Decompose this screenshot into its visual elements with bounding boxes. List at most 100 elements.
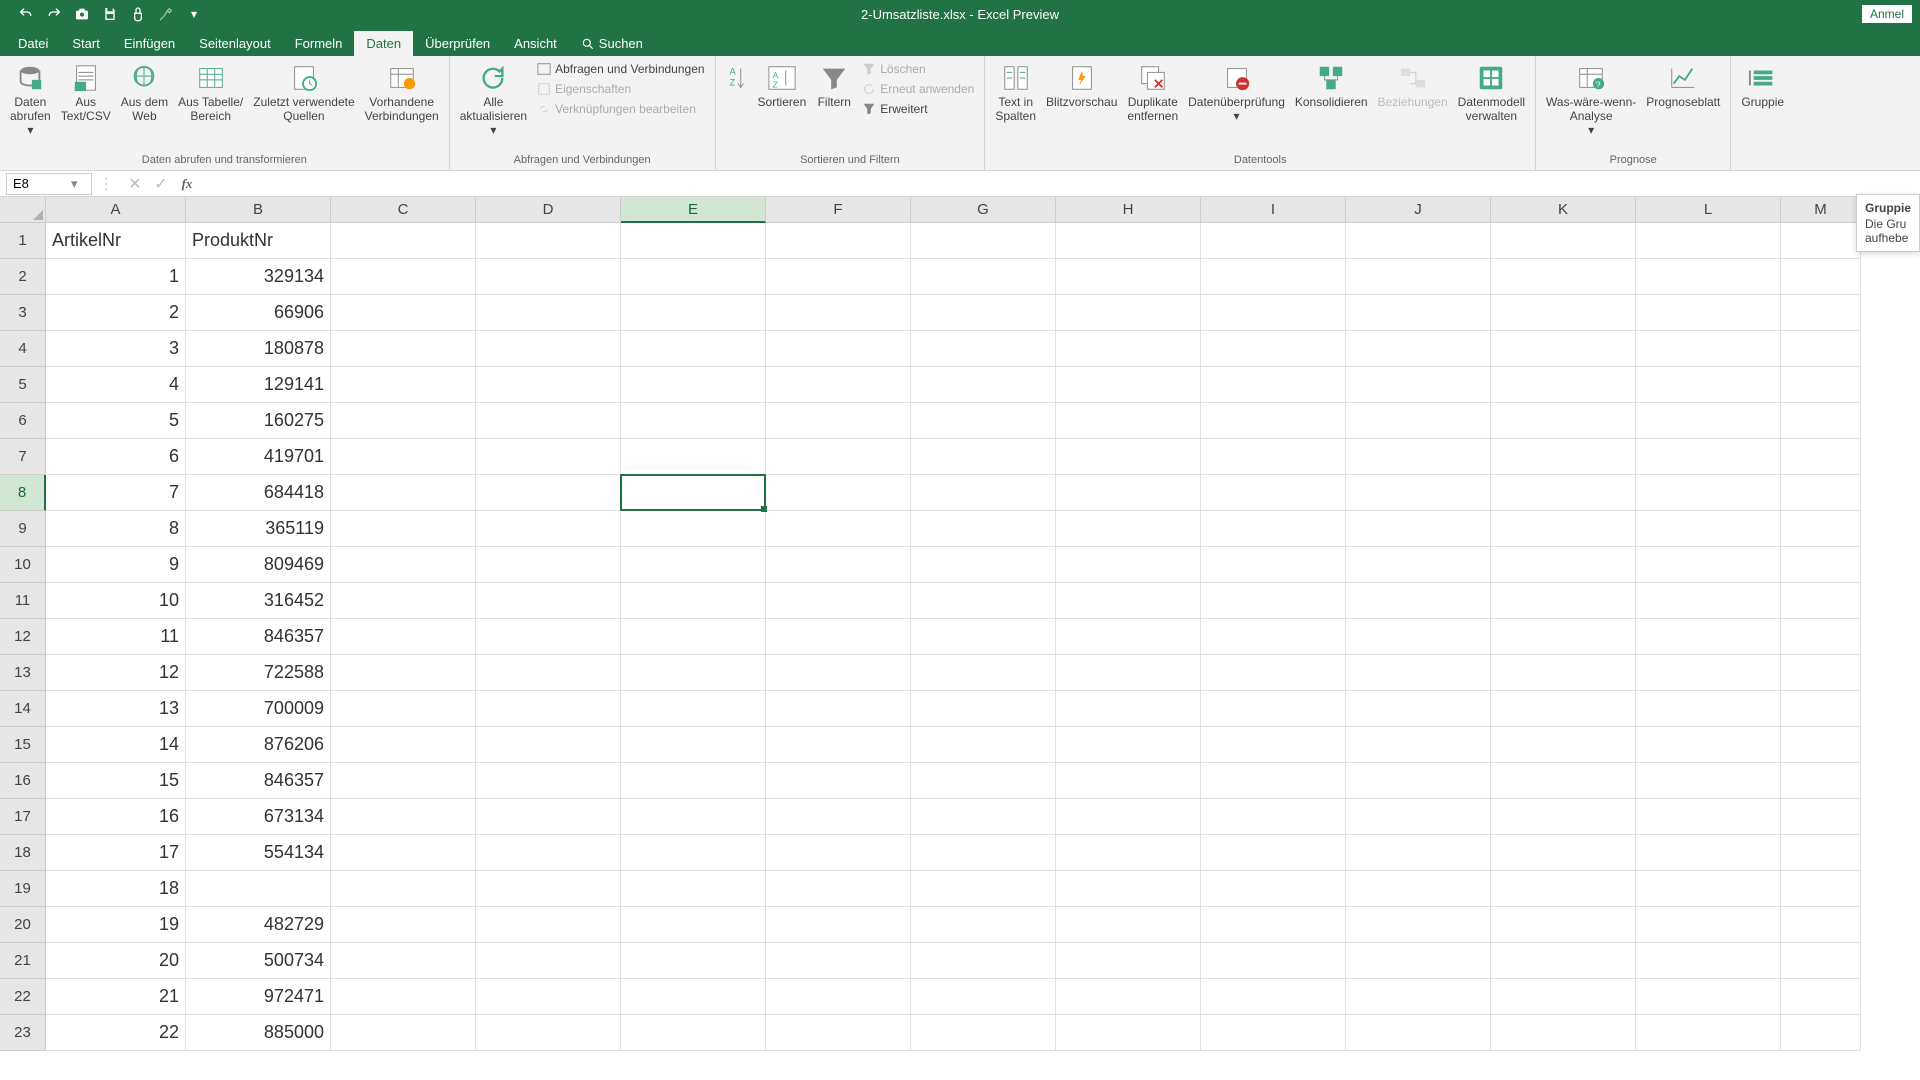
fx-icon[interactable]: fx: [176, 173, 198, 195]
cell[interactable]: [1636, 331, 1781, 367]
cell[interactable]: [911, 511, 1056, 547]
cell[interactable]: [621, 871, 766, 907]
cell[interactable]: [1491, 583, 1636, 619]
from-table-button[interactable]: Aus Tabelle/ Bereich: [174, 60, 247, 126]
cell[interactable]: [1056, 511, 1201, 547]
column-header[interactable]: C: [331, 197, 476, 223]
cell[interactable]: [1636, 907, 1781, 943]
cell[interactable]: [476, 727, 621, 763]
cell[interactable]: [1201, 295, 1346, 331]
cell[interactable]: [766, 403, 911, 439]
cell[interactable]: [1346, 799, 1491, 835]
tab-ueberpruefen[interactable]: Überprüfen: [413, 31, 502, 56]
cell[interactable]: [911, 943, 1056, 979]
cell[interactable]: [1781, 295, 1861, 331]
cell[interactable]: 2: [46, 295, 186, 331]
cell[interactable]: [1056, 259, 1201, 295]
row-header[interactable]: 22: [0, 979, 46, 1015]
chevron-down-icon[interactable]: ▾: [71, 176, 85, 192]
cell[interactable]: [1491, 511, 1636, 547]
cell[interactable]: 419701: [186, 439, 331, 475]
cell[interactable]: [621, 979, 766, 1015]
cell[interactable]: [1781, 907, 1861, 943]
row-header[interactable]: 4: [0, 331, 46, 367]
cell[interactable]: [1201, 691, 1346, 727]
cell[interactable]: [766, 907, 911, 943]
row-header[interactable]: 18: [0, 835, 46, 871]
cell[interactable]: [476, 223, 621, 259]
row-header[interactable]: 5: [0, 367, 46, 403]
cell[interactable]: 700009: [186, 691, 331, 727]
row-header[interactable]: 20: [0, 907, 46, 943]
cell[interactable]: [1346, 727, 1491, 763]
formula-input[interactable]: [202, 173, 1920, 195]
cell[interactable]: [1491, 799, 1636, 835]
cell[interactable]: [476, 871, 621, 907]
cell[interactable]: [1346, 475, 1491, 511]
cell[interactable]: [1056, 691, 1201, 727]
cell[interactable]: [1491, 619, 1636, 655]
cell[interactable]: [1056, 799, 1201, 835]
from-web-button[interactable]: Aus dem Web: [117, 60, 172, 126]
cell[interactable]: [911, 331, 1056, 367]
cell[interactable]: [621, 367, 766, 403]
cell[interactable]: [621, 475, 766, 511]
cell[interactable]: [1491, 727, 1636, 763]
row-header[interactable]: 23: [0, 1015, 46, 1051]
cell[interactable]: 5: [46, 403, 186, 439]
cell[interactable]: [766, 727, 911, 763]
cell[interactable]: 13: [46, 691, 186, 727]
cell[interactable]: [476, 619, 621, 655]
cell[interactable]: [766, 871, 911, 907]
qat-dropdown-icon[interactable]: ▾: [184, 4, 204, 24]
cell[interactable]: [1201, 511, 1346, 547]
cell[interactable]: [1056, 835, 1201, 871]
cell[interactable]: [331, 295, 476, 331]
cell[interactable]: [476, 295, 621, 331]
cell[interactable]: [621, 259, 766, 295]
filter-button[interactable]: Filtern: [812, 60, 856, 112]
column-header[interactable]: K: [1491, 197, 1636, 223]
cell[interactable]: [331, 511, 476, 547]
remove-duplicates-button[interactable]: Duplikate entfernen: [1123, 60, 1182, 126]
cell[interactable]: [1636, 691, 1781, 727]
cell[interactable]: [766, 259, 911, 295]
cell[interactable]: [1346, 403, 1491, 439]
cell[interactable]: 722588: [186, 655, 331, 691]
cell[interactable]: [476, 367, 621, 403]
cell[interactable]: [1056, 547, 1201, 583]
cell[interactable]: [621, 511, 766, 547]
cell[interactable]: [476, 1015, 621, 1051]
cell[interactable]: [766, 979, 911, 1015]
cell[interactable]: [1056, 439, 1201, 475]
cell[interactable]: [766, 583, 911, 619]
cell[interactable]: [1636, 583, 1781, 619]
touch-mode-icon[interactable]: [128, 4, 148, 24]
cell[interactable]: [1201, 439, 1346, 475]
cell[interactable]: [766, 799, 911, 835]
cell[interactable]: [1781, 511, 1861, 547]
row-header[interactable]: 21: [0, 943, 46, 979]
cell[interactable]: [1201, 943, 1346, 979]
cell[interactable]: [1636, 295, 1781, 331]
cell[interactable]: [1491, 403, 1636, 439]
cell[interactable]: [621, 331, 766, 367]
cell[interactable]: ProduktNr: [186, 223, 331, 259]
sort-button[interactable]: AZSortieren: [754, 60, 811, 112]
cell[interactable]: [766, 691, 911, 727]
cell[interactable]: [766, 1015, 911, 1051]
cell[interactable]: [766, 439, 911, 475]
cell[interactable]: 365119: [186, 511, 331, 547]
cell[interactable]: [1781, 871, 1861, 907]
cell[interactable]: [1491, 367, 1636, 403]
cell[interactable]: [1636, 259, 1781, 295]
advanced-filter-button[interactable]: Erweitert: [858, 100, 978, 118]
column-header[interactable]: F: [766, 197, 911, 223]
row-header[interactable]: 3: [0, 295, 46, 331]
cell[interactable]: [476, 655, 621, 691]
column-header[interactable]: J: [1346, 197, 1491, 223]
queries-connections-button[interactable]: Abfragen und Verbindungen: [533, 60, 708, 78]
cell[interactable]: [1056, 871, 1201, 907]
cell[interactable]: [331, 1015, 476, 1051]
cell[interactable]: [476, 979, 621, 1015]
